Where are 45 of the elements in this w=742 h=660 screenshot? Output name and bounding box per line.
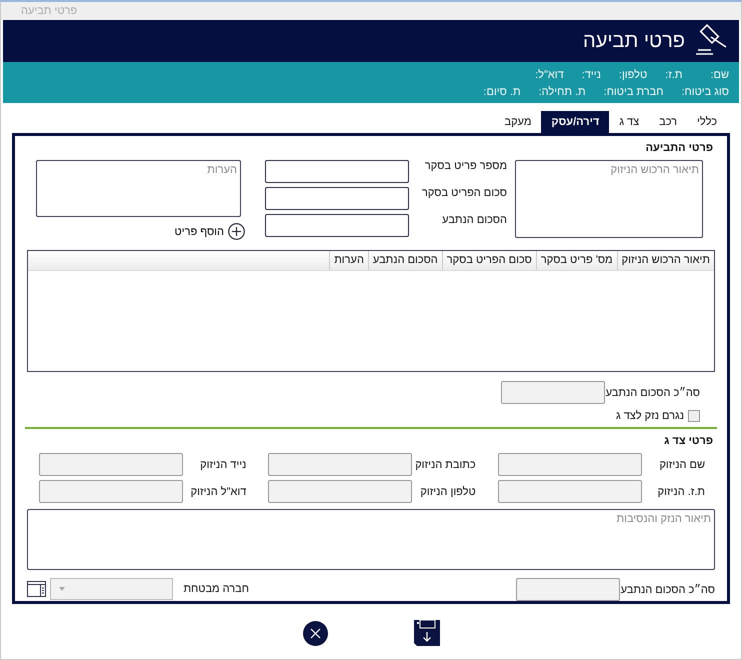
section-title: פרטי צד ג	[663, 435, 714, 449]
column-header[interactable]: תיאור הרכוש הניזוק	[616, 251, 714, 270]
section-title: פרטי התביעה	[644, 142, 714, 156]
field-label: דוא"ל הניזוק	[190, 486, 246, 498]
info-label: ת. תחילה:	[538, 86, 586, 98]
info-label: טלפון:	[618, 68, 648, 80]
field-label: ת.ז. הניזוק	[656, 486, 705, 498]
info-label: נייד:	[582, 68, 601, 80]
tab[interactable]: דירה/עסק	[541, 111, 610, 133]
add-item-button[interactable]: הוסף פריט	[174, 223, 245, 240]
description-field[interactable]: תיאור הנזק והנסיבות	[27, 509, 715, 570]
field-label: חברה מבטחת	[182, 582, 249, 594]
checkbox-label: נגרם נזק לצד ג	[616, 410, 684, 422]
field-label: טלפון הניזוק	[419, 486, 476, 498]
input-field[interactable]	[265, 187, 409, 210]
column-header[interactable]: הערות	[329, 251, 368, 270]
field-label: שם הניזוק	[658, 458, 705, 470]
info-label: חברת ביטוח:	[604, 86, 664, 98]
window-icon[interactable]	[27, 580, 46, 596]
info-label: סוג ביטוח:	[681, 86, 729, 98]
notes-field[interactable]: הערות	[36, 160, 241, 217]
field-label: כתובת הניזוק	[414, 458, 476, 470]
checkbox[interactable]	[688, 410, 700, 422]
column-header[interactable]: מס' פריט בסקר	[536, 251, 617, 270]
field-label: סכום הפריט בסקר	[420, 187, 507, 201]
description-field[interactable]: תיאור הרכוש הניזוק	[515, 160, 703, 238]
close-icon[interactable]	[302, 620, 328, 646]
save-icon[interactable]	[414, 620, 440, 646]
page-title: פרטי תביעה	[583, 30, 685, 52]
info-label: שם:	[710, 68, 729, 80]
field-label: הסכום הנתבע	[441, 214, 507, 228]
plus-icon	[228, 223, 245, 240]
info-label: ת.ז:	[665, 68, 682, 80]
field-label: מספר פריט בסקר	[424, 160, 507, 174]
window-title: פרטי תביעה	[21, 5, 78, 17]
input-field[interactable]	[265, 160, 409, 183]
column-header[interactable]: הסכום הנתבע	[368, 251, 442, 270]
info-label: דוא"ל:	[535, 68, 564, 80]
caret-icon	[59, 586, 65, 590]
input-field[interactable]	[265, 214, 409, 237]
field-label: סה״כ הסכום הנתבע	[605, 386, 700, 398]
column-header[interactable]: סכום הפריט בסקר	[442, 251, 536, 270]
info-label: ת. סיום:	[483, 86, 521, 98]
field-label: נייד הניזוק	[199, 458, 246, 470]
field-label: סה״כ הסכום הנתבע	[620, 584, 715, 596]
